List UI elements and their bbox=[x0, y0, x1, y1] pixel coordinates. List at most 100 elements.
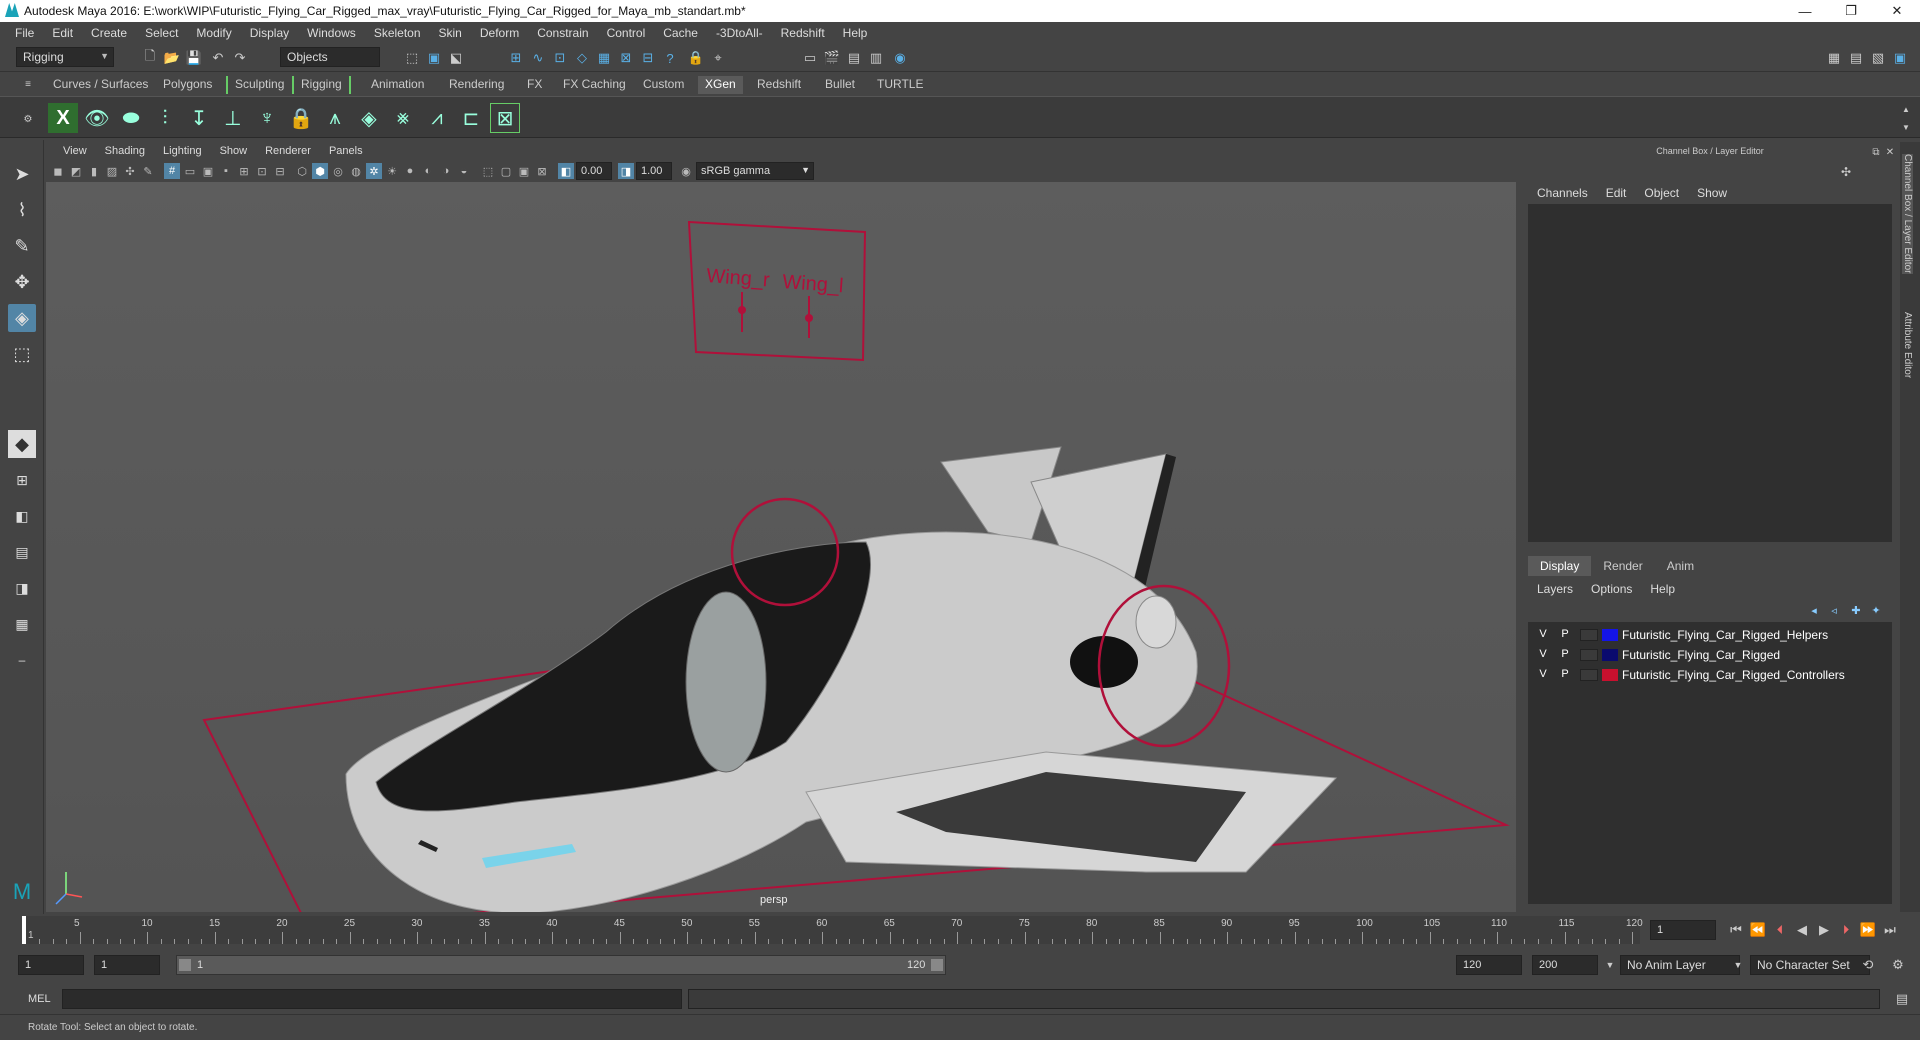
snap-help-icon[interactable]: ? bbox=[660, 48, 680, 68]
tab-rendering[interactable]: Rendering bbox=[442, 76, 511, 94]
xgen-add-guide-icon[interactable]: ↧ bbox=[184, 103, 214, 133]
maximize-button[interactable]: ❐ bbox=[1828, 0, 1874, 22]
render-settings-icon[interactable]: ▥ bbox=[866, 48, 886, 68]
layer-type-toggle[interactable] bbox=[1580, 629, 1598, 641]
tab-anim[interactable]: Anim bbox=[1655, 556, 1706, 576]
minimize-button[interactable]: — bbox=[1782, 0, 1828, 22]
wireframe-on-shaded-icon[interactable]: ◎ bbox=[330, 163, 346, 179]
hypershade-layout-icon[interactable]: ▦ bbox=[8, 610, 36, 638]
command-input[interactable] bbox=[62, 989, 682, 1009]
xray-icon[interactable]: ▢ bbox=[498, 163, 514, 179]
go-to-end-icon[interactable]: ⏭ bbox=[1880, 920, 1900, 940]
xgen-layers-icon[interactable]: ◈ bbox=[354, 103, 384, 133]
undo-icon[interactable]: ↶ bbox=[208, 48, 228, 68]
xgen-select-icon[interactable]: ⊠ bbox=[490, 103, 520, 133]
xgen-rebuild-icon[interactable]: ⩚ bbox=[320, 103, 350, 133]
menu-edit[interactable]: Edit bbox=[43, 26, 82, 40]
select-object-icon[interactable]: ▣ bbox=[424, 48, 444, 68]
safe-action-icon[interactable]: ⊡ bbox=[254, 163, 270, 179]
range-slider-start-handle[interactable] bbox=[179, 959, 191, 971]
textured-icon[interactable]: ◍ bbox=[348, 163, 364, 179]
animation-preferences-icon[interactable]: ⚙ bbox=[1888, 955, 1908, 975]
gate-mask-icon[interactable]: ▪ bbox=[218, 163, 234, 179]
menu-3dtoall[interactable]: -3DtoAll- bbox=[707, 26, 772, 40]
cb-menu-show[interactable]: Show bbox=[1688, 186, 1736, 200]
menu-display[interactable]: Display bbox=[241, 26, 298, 40]
script-editor-icon[interactable]: ▤ bbox=[1892, 989, 1912, 1009]
xgen-grass-icon[interactable]: ⩘ bbox=[422, 103, 452, 133]
tab-fx[interactable]: FX bbox=[520, 76, 549, 94]
wing-l-slider-handle[interactable] bbox=[805, 314, 813, 322]
car-seat[interactable] bbox=[685, 591, 767, 773]
range-slider[interactable]: 1 120 bbox=[176, 955, 946, 975]
menu-cache[interactable]: Cache bbox=[654, 26, 707, 40]
chevron-down-icon[interactable]: ▼ bbox=[1600, 955, 1620, 975]
gamma-icon[interactable]: ◨ bbox=[618, 163, 634, 179]
menu-windows[interactable]: Windows bbox=[298, 26, 365, 40]
layer-visibility-toggle[interactable]: V bbox=[1536, 668, 1550, 680]
menu-select[interactable]: Select bbox=[136, 26, 187, 40]
save-scene-icon[interactable]: 💾 bbox=[184, 48, 204, 68]
car-air-intake[interactable] bbox=[1070, 636, 1138, 688]
viewport-menu-show[interactable]: Show bbox=[211, 145, 257, 157]
color-management-icon[interactable]: ◉ bbox=[678, 163, 694, 179]
layer-row[interactable]: V P Futuristic_Flying_Car_Rigged_Helpers bbox=[1528, 626, 1892, 645]
play-backward-icon[interactable]: ◀ bbox=[1792, 920, 1812, 940]
attribute-editor-toggle-icon[interactable]: ▧ bbox=[1868, 48, 1888, 68]
cb-menu-channels[interactable]: Channels bbox=[1528, 186, 1597, 200]
scale-tool-icon[interactable]: ⬚ bbox=[8, 340, 36, 368]
bookmark-icon[interactable]: ▮ bbox=[86, 163, 102, 179]
menu-control[interactable]: Control bbox=[598, 26, 655, 40]
tab-curves-surfaces[interactable]: Curves / Surfaces bbox=[46, 76, 155, 94]
shelf-scroll-down-icon[interactable]: ▼ bbox=[1896, 117, 1916, 137]
color-space-dropdown[interactable]: sRGB gamma ▼ bbox=[696, 162, 814, 180]
layer-color-swatch[interactable] bbox=[1602, 669, 1618, 681]
anim-start-field[interactable]: 1 bbox=[94, 955, 160, 975]
step-back-icon[interactable]: ⏪ bbox=[1748, 920, 1768, 940]
tab-animation[interactable]: Animation bbox=[364, 76, 431, 94]
menu-create[interactable]: Create bbox=[82, 26, 136, 40]
go-to-start-icon[interactable]: ⏮ bbox=[1726, 920, 1746, 940]
step-forward-icon[interactable]: ⏩ bbox=[1858, 920, 1878, 940]
snap-live-icon[interactable]: ⊠ bbox=[616, 48, 636, 68]
smooth-shade-icon[interactable]: ⬢ bbox=[312, 163, 328, 179]
menu-deform[interactable]: Deform bbox=[471, 26, 528, 40]
xgen-preview-icon[interactable]: 👁 bbox=[82, 103, 112, 133]
tab-redshift[interactable]: Redshift bbox=[750, 76, 808, 94]
menu-modify[interactable]: Modify bbox=[187, 26, 240, 40]
ambient-occlusion-icon[interactable]: ● bbox=[402, 163, 418, 179]
redo-icon[interactable]: ↷ bbox=[230, 48, 250, 68]
rotate-tool-icon[interactable]: ◈ bbox=[8, 304, 36, 332]
grease-pencil-icon[interactable]: ✎ bbox=[140, 163, 156, 179]
shelf-scroll-up-icon[interactable]: ▲ bbox=[1896, 99, 1916, 119]
film-gate-icon[interactable]: ▭ bbox=[182, 163, 198, 179]
anim-layer-dropdown[interactable]: No Anim Layer bbox=[1620, 955, 1740, 975]
use-all-lights-icon[interactable]: ✲ bbox=[366, 163, 382, 179]
layer-playback-toggle[interactable]: P bbox=[1558, 668, 1572, 680]
command-language-label[interactable]: MEL bbox=[28, 993, 51, 1005]
timeline-bar[interactable]: 1 5 10 15 20 25 30 35 40 45 50 55 60 65 70 75 80 85 90 95 1… bbox=[22, 916, 1643, 944]
new-layer-icon[interactable]: ✚ bbox=[1846, 600, 1866, 620]
camera-select-icon[interactable]: ◼ bbox=[50, 163, 66, 179]
viewport-menu-panels[interactable]: Panels bbox=[320, 145, 372, 157]
lasso-tool-icon[interactable]: ⌇ bbox=[8, 196, 36, 224]
xgen-groom-icon[interactable]: ⬬ bbox=[116, 103, 146, 133]
xgen-curves-icon[interactable]: ⨳ bbox=[388, 103, 418, 133]
outliner-layout-icon[interactable]: ▤ bbox=[8, 538, 36, 566]
3d-viewport[interactable]: Wing_r Wing_l bbox=[46, 182, 1516, 912]
side-tab-channel-box[interactable]: Channel Box / Layer Editor bbox=[1902, 154, 1913, 274]
close-button[interactable]: ✕ bbox=[1874, 0, 1920, 22]
le-menu-help[interactable]: Help bbox=[1641, 582, 1684, 596]
exposure-icon[interactable]: ◧ bbox=[558, 163, 574, 179]
construction-history-icon[interactable]: ⌖ bbox=[708, 48, 728, 68]
menu-file[interactable]: File bbox=[6, 26, 43, 40]
move-layer-up-icon[interactable]: ◂ bbox=[1804, 600, 1824, 620]
layer-color-swatch[interactable] bbox=[1602, 629, 1618, 641]
layer-playback-toggle[interactable]: P bbox=[1558, 628, 1572, 640]
snap-grid-icon[interactable]: ⊞ bbox=[506, 48, 526, 68]
menu-skin[interactable]: Skin bbox=[430, 26, 471, 40]
new-layer-selected-icon[interactable]: ✦ bbox=[1866, 600, 1886, 620]
anim-end-field[interactable]: 120 bbox=[1456, 955, 1522, 975]
anti-aliasing-icon[interactable]: ◑ bbox=[438, 163, 454, 179]
auto-key-icon[interactable]: ⟲ bbox=[1858, 955, 1878, 975]
